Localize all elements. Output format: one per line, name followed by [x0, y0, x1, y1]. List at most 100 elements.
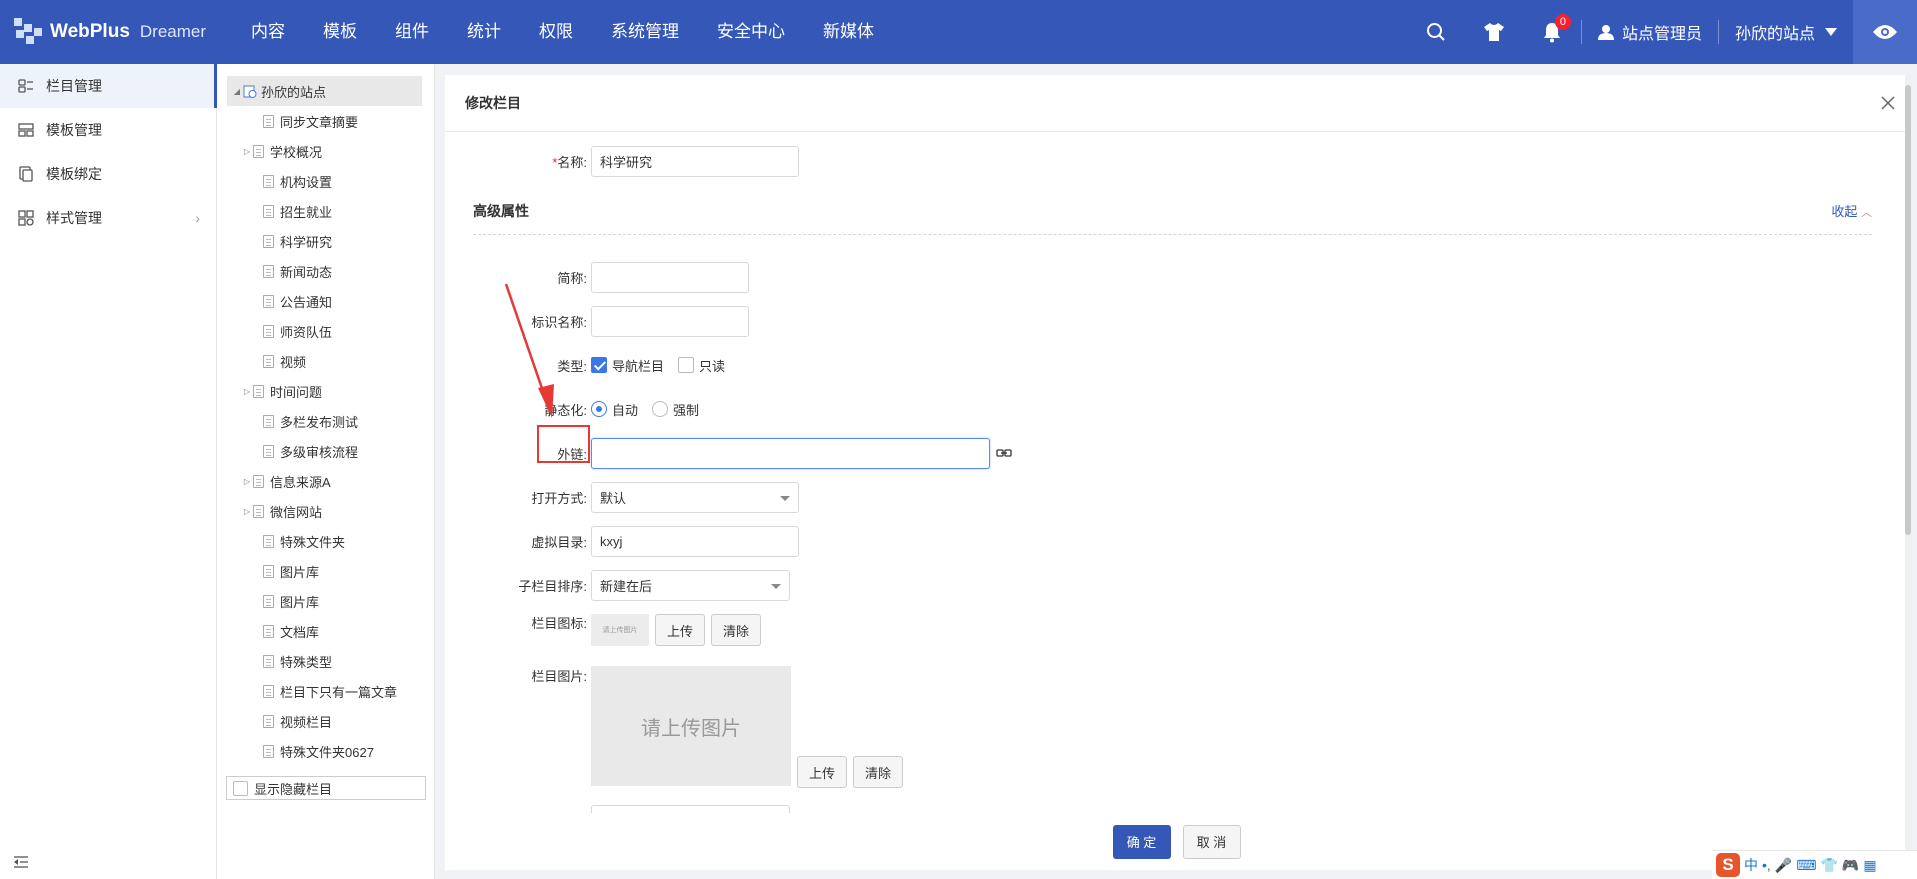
doc-icon [263, 354, 274, 368]
shirt-icon[interactable]: 👕 [1820, 857, 1837, 874]
doc-icon [263, 684, 274, 698]
microphone-icon[interactable]: 🎤 [1775, 857, 1792, 874]
row-link: 外链: [445, 437, 1012, 469]
ident-input[interactable] [591, 305, 749, 337]
partial-select[interactable] [591, 804, 790, 813]
nav-item-security[interactable]: 安全中心 [698, 0, 804, 64]
menu-item-template[interactable]: 模板管理 [0, 108, 216, 152]
doc-icon [253, 384, 264, 398]
icon-upload-button[interactable]: 上传 [655, 614, 706, 646]
user-menu[interactable]: 站点管理员 [1582, 20, 1718, 44]
top-right-tools: 0 站点管理员 孙欣的站点 [1407, 0, 1917, 64]
doc-icon [263, 564, 274, 578]
column-icon [18, 79, 33, 93]
open-select[interactable]: 默认 [591, 481, 799, 513]
tree-node-label: 多级审核流程 [280, 444, 359, 460]
nav-item-stats[interactable]: 统计 [448, 0, 520, 64]
type-readonly-checkbox[interactable]: 只读 [678, 356, 725, 375]
tree-collapsed-icon[interactable]: ▷ [241, 387, 253, 396]
tree-node-label: 多栏发布测试 [280, 414, 359, 430]
panel-scrollbar[interactable] [1905, 75, 1911, 870]
static-force-radio[interactable]: 强制 [652, 400, 699, 419]
cancel-button[interactable]: 取 消 [1182, 824, 1241, 859]
radio-unselected[interactable] [652, 401, 669, 417]
show-hidden-checkbox[interactable] [233, 780, 248, 796]
row-image: 栏目图片: 请上传图片 上传 清除 [445, 666, 904, 788]
image-label: 栏目图片: [531, 669, 587, 684]
confirm-button[interactable]: 确 定 [1112, 824, 1171, 859]
user-icon [1597, 25, 1614, 40]
type-nav-label: 导航栏目 [612, 358, 665, 374]
tree-collapsed-icon[interactable]: ▷ [241, 477, 253, 486]
grid-icon[interactable]: ▦ [1863, 857, 1876, 874]
type-nav-checkbox[interactable]: 导航栏目 [591, 356, 664, 375]
nav-item-template[interactable]: 模板 [304, 0, 376, 64]
vdir-input[interactable]: kxyj [591, 525, 799, 557]
icon-clear-button[interactable]: 清除 [711, 614, 762, 646]
link-input[interactable] [591, 437, 990, 469]
nav-item-system[interactable]: 系统管理 [592, 0, 698, 64]
bell-icon[interactable]: 0 [1523, 0, 1581, 64]
tree-expanded-icon[interactable]: ◢ [231, 87, 243, 96]
sort-select[interactable]: 新建在后 [591, 569, 790, 601]
checkbox-checked[interactable] [591, 357, 607, 373]
menu-item-label: 栏目管理 [46, 78, 102, 94]
nav-item-component[interactable]: 组件 [376, 0, 448, 64]
name-input[interactable]: 科学研究 [591, 145, 799, 177]
ime-punct-icon[interactable]: •, [1762, 857, 1771, 873]
advanced-title: 高级属性 [473, 203, 529, 219]
top-bar: WebPlus Dreamer 内容 模板 组件 统计 权限 系统管理 安全中心… [0, 0, 1917, 64]
ime-logo[interactable]: S [1716, 853, 1740, 877]
image-clear-button[interactable]: 清除 [853, 756, 904, 788]
tree-node-label: 微信网站 [270, 504, 323, 520]
tree-node-label: 学校概况 [270, 144, 323, 160]
row-vdir: 虚拟目录: kxyj [445, 525, 799, 557]
doc-icon [263, 654, 274, 668]
doc-icon [263, 714, 274, 728]
gamepad-icon[interactable]: 🎮 [1842, 857, 1859, 874]
eye-icon[interactable] [1853, 0, 1917, 64]
site-icon [243, 85, 257, 98]
tree-root-label: 孙欣的站点 [261, 84, 327, 100]
doc-icon [263, 204, 274, 218]
chevron-up-icon: ︿ [1861, 207, 1872, 219]
shirt-icon[interactable] [1465, 0, 1523, 64]
annotation-arrow [504, 283, 554, 418]
tree-collapsed-icon[interactable]: ▷ [241, 147, 253, 156]
keyboard-icon[interactable]: ⌨ [1796, 857, 1816, 874]
radio-selected[interactable] [591, 401, 607, 417]
tree-node-root[interactable]: ◢ 孙欣的站点 [227, 76, 422, 106]
logo[interactable]: WebPlus Dreamer [0, 0, 230, 64]
menu-item-label: 模板管理 [46, 122, 102, 138]
checkbox-unchecked[interactable] [678, 357, 695, 373]
scrollbar-thumb[interactable] [1905, 85, 1911, 535]
image-actions: 上传 清除 [791, 756, 904, 788]
site-selector[interactable]: 孙欣的站点 [1719, 20, 1853, 44]
tree-collapsed-icon[interactable]: ▷ [241, 507, 253, 516]
collapse-link[interactable]: 收起 ︿ [1831, 201, 1872, 220]
tree-node-label: 时间问题 [270, 384, 323, 400]
edit-column-panel: 修改栏目 *名称: 科学研究 高级属性 收起 ︿ 简称: 标识名称: 类型: 导… [445, 75, 1908, 870]
short-input[interactable] [591, 261, 749, 293]
doc-icon [263, 594, 274, 608]
menu-item-column[interactable]: 栏目管理 [0, 64, 217, 108]
menu-item-style[interactable]: 样式管理 › [0, 196, 216, 240]
collapse-menu-icon[interactable] [12, 853, 30, 871]
show-hidden-toggle[interactable]: 显示隐藏栏目 [226, 776, 426, 800]
row-ident: 标识名称: [445, 305, 749, 337]
ime-mode[interactable]: 中 [1744, 855, 1758, 875]
image-upload-button[interactable]: 上传 [797, 756, 848, 788]
link-icon[interactable] [996, 447, 1012, 459]
static-auto-radio[interactable]: 自动 [591, 400, 638, 419]
nav-item-permission[interactable]: 权限 [520, 0, 592, 64]
nav-item-newmedia[interactable]: 新媒体 [804, 0, 893, 64]
search-icon[interactable] [1407, 0, 1465, 64]
row-static: 静态化: 自动 强制 [445, 393, 713, 425]
nav-item-content[interactable]: 内容 [232, 0, 304, 64]
menu-item-bind[interactable]: 模板绑定 [0, 152, 216, 196]
row-short: 简称: [445, 261, 749, 293]
tree-node-label: 视频栏目 [280, 714, 333, 730]
tree-node-label: 文档库 [280, 624, 320, 640]
close-icon[interactable] [1878, 93, 1898, 113]
doc-icon [263, 324, 274, 338]
